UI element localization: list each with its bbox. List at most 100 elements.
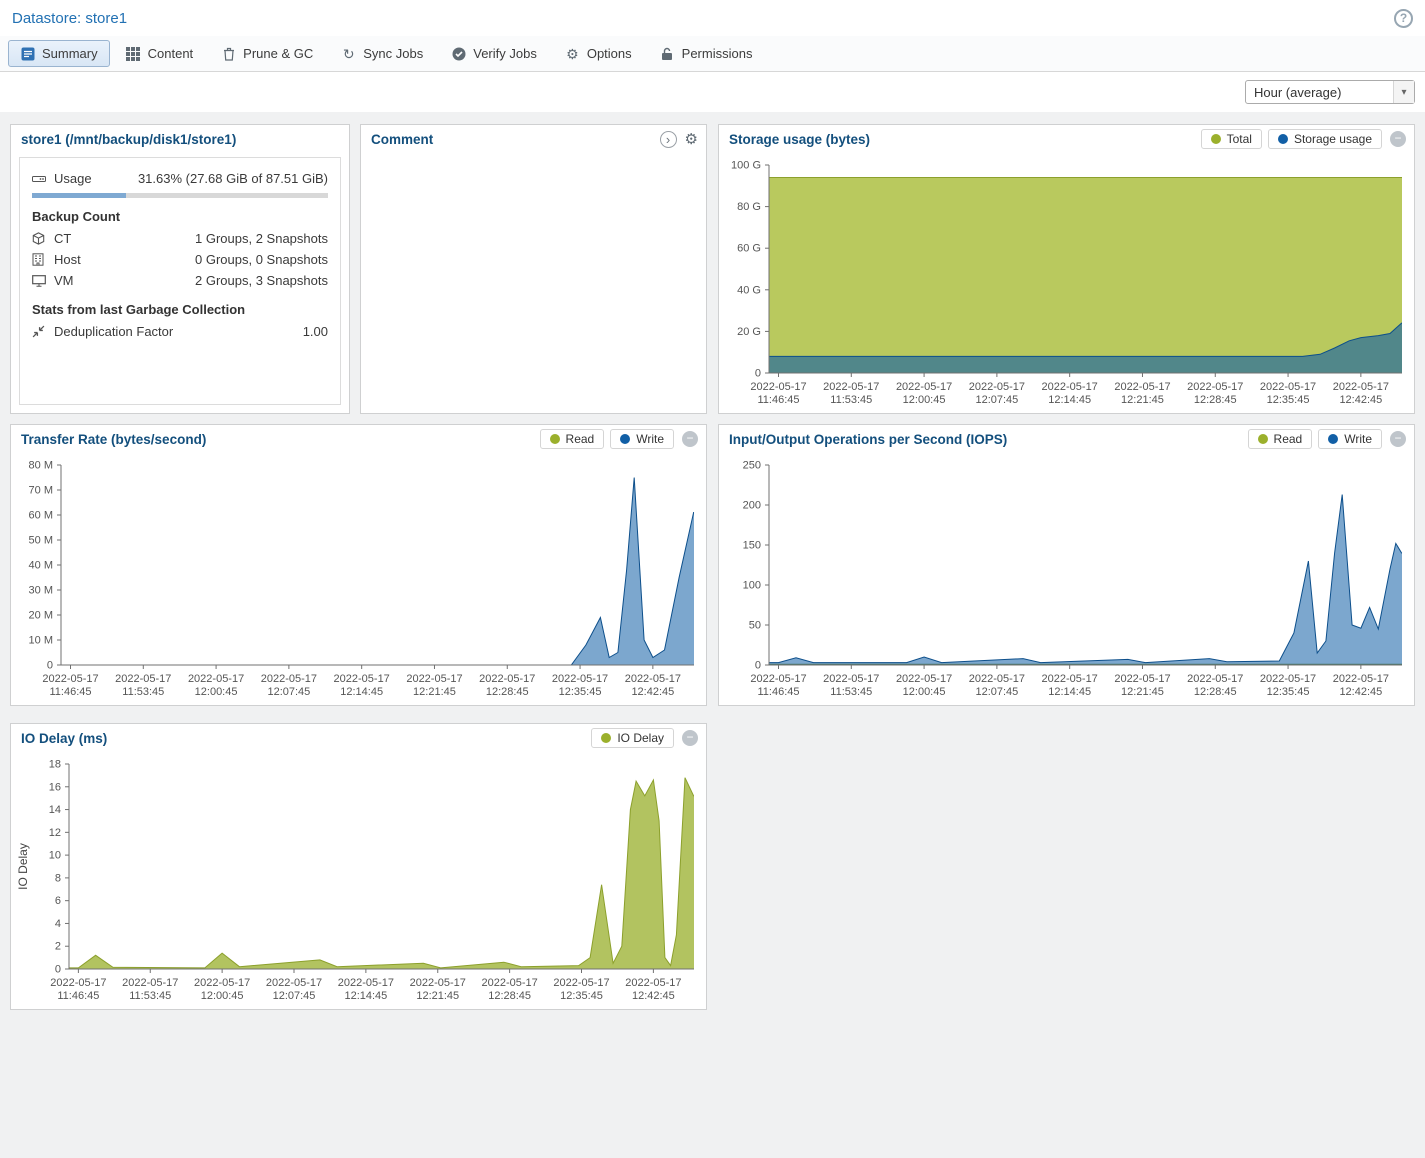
legend-item-io-delay[interactable]: IO Delay xyxy=(591,728,674,748)
panel-title: store1 (/mnt/backup/disk1/store1) xyxy=(21,132,341,147)
svg-text:12:07:45: 12:07:45 xyxy=(975,686,1018,698)
svg-text:12:21:45: 12:21:45 xyxy=(416,990,459,1002)
svg-text:2022-05-17: 2022-05-17 xyxy=(122,977,178,989)
svg-text:12:35:45: 12:35:45 xyxy=(560,990,603,1002)
gear-icon[interactable]: ⚙ xyxy=(685,132,698,147)
svg-text:2022-05-17: 2022-05-17 xyxy=(1260,673,1316,685)
tab-content[interactable]: Content xyxy=(114,40,206,67)
svg-text:2022-05-17: 2022-05-17 xyxy=(750,381,806,393)
svg-text:12:42:45: 12:42:45 xyxy=(632,990,675,1002)
time-range-select[interactable]: Hour (average) ▾ xyxy=(1245,80,1415,104)
svg-text:2022-05-17: 2022-05-17 xyxy=(481,977,537,989)
tab-summary[interactable]: Summary xyxy=(8,40,110,67)
svg-text:40 M: 40 M xyxy=(29,560,53,572)
svg-text:12: 12 xyxy=(49,827,61,839)
svg-text:0: 0 xyxy=(755,368,761,380)
svg-text:12:07:45: 12:07:45 xyxy=(975,394,1018,406)
legend-item-total[interactable]: Total xyxy=(1201,129,1262,149)
tab-prune-gc[interactable]: Prune & GC xyxy=(209,40,325,67)
transfer-rate-chart: 010 M20 M30 M40 M50 M60 M70 M80 M2022-05… xyxy=(11,453,706,705)
svg-text:2022-05-17: 2022-05-17 xyxy=(1114,381,1170,393)
svg-text:11:46:45: 11:46:45 xyxy=(57,990,99,1002)
svg-text:200: 200 xyxy=(743,500,761,512)
tab-label: Permissions xyxy=(682,46,753,61)
svg-text:12:28:45: 12:28:45 xyxy=(486,686,529,698)
svg-text:8: 8 xyxy=(55,872,61,884)
svg-text:2022-05-17: 2022-05-17 xyxy=(406,673,462,685)
lock-icon xyxy=(660,47,675,61)
svg-text:0: 0 xyxy=(755,660,761,672)
svg-text:80 M: 80 M xyxy=(29,460,53,472)
svg-text:2022-05-17: 2022-05-17 xyxy=(750,673,806,685)
legend-dot xyxy=(1258,434,1268,444)
tab-verify-jobs[interactable]: Verify Jobs xyxy=(439,40,549,67)
tab-label: Prune & GC xyxy=(243,46,313,61)
svg-text:12:28:45: 12:28:45 xyxy=(1194,686,1237,698)
svg-text:2022-05-17: 2022-05-17 xyxy=(1187,673,1243,685)
svg-text:80 G: 80 G xyxy=(737,201,761,213)
svg-text:20 M: 20 M xyxy=(29,610,53,622)
svg-text:2022-05-17: 2022-05-17 xyxy=(1260,381,1316,393)
tab-options[interactable]: ⚙ Options xyxy=(553,40,644,67)
sync-icon: ↻ xyxy=(341,47,356,61)
legend-dot xyxy=(1278,134,1288,144)
panel-title: IO Delay (ms) xyxy=(21,731,583,746)
panel-title: Transfer Rate (bytes/second) xyxy=(21,432,532,447)
svg-text:2022-05-17: 2022-05-17 xyxy=(969,381,1025,393)
svg-text:2022-05-17: 2022-05-17 xyxy=(334,673,390,685)
svg-text:150: 150 xyxy=(743,540,761,552)
host-building-icon xyxy=(32,253,54,266)
tab-sync-jobs[interactable]: ↻ Sync Jobs xyxy=(329,40,435,67)
summary-icon xyxy=(20,47,35,61)
usage-value: 31.63% (27.68 GiB of 87.51 GiB) xyxy=(138,171,328,186)
svg-text:30 M: 30 M xyxy=(29,585,53,597)
backup-type-label: Host xyxy=(54,252,195,267)
transfer-rate-panel: Transfer Rate (bytes/second) Read Write … xyxy=(10,424,707,706)
tab-permissions[interactable]: Permissions xyxy=(648,40,765,67)
svg-text:11:46:45: 11:46:45 xyxy=(49,686,91,698)
datastore-summary-panel: store1 (/mnt/backup/disk1/store1) Usage … xyxy=(10,124,350,414)
legend-dot xyxy=(601,733,611,743)
collapse-legend-icon[interactable]: − xyxy=(1390,431,1406,447)
backup-count-row-ct: CT 1 Groups, 2 Snapshots xyxy=(32,228,328,249)
svg-text:12:28:45: 12:28:45 xyxy=(1194,394,1237,406)
panel-title: Input/Output Operations per Second (IOPS… xyxy=(729,432,1240,447)
legend-item-read[interactable]: Read xyxy=(540,429,605,449)
svg-text:50: 50 xyxy=(749,620,761,632)
svg-text:20 G: 20 G xyxy=(737,326,761,338)
svg-text:12:42:45: 12:42:45 xyxy=(1339,394,1382,406)
dedup-factor-value: 1.00 xyxy=(303,324,328,339)
svg-text:12:00:45: 12:00:45 xyxy=(201,990,244,1002)
svg-text:2022-05-17: 2022-05-17 xyxy=(194,977,250,989)
chevron-right-icon[interactable]: › xyxy=(660,131,677,148)
time-range-value: Hour (average) xyxy=(1246,81,1393,103)
svg-text:2022-05-17: 2022-05-17 xyxy=(50,977,106,989)
svg-text:2022-05-17: 2022-05-17 xyxy=(896,381,952,393)
svg-text:10: 10 xyxy=(49,850,61,862)
legend-item-write[interactable]: Write xyxy=(610,429,674,449)
collapse-legend-icon[interactable]: − xyxy=(682,431,698,447)
svg-text:2022-05-17: 2022-05-17 xyxy=(552,673,608,685)
help-button[interactable]: ? xyxy=(1394,9,1413,28)
tab-label: Sync Jobs xyxy=(363,46,423,61)
legend-item-storage-usage[interactable]: Storage usage xyxy=(1268,129,1382,149)
chevron-down-icon[interactable]: ▾ xyxy=(1393,81,1414,103)
legend-item-read[interactable]: Read xyxy=(1248,429,1313,449)
gear-icon: ⚙ xyxy=(565,47,580,61)
svg-text:2022-05-17: 2022-05-17 xyxy=(42,673,98,685)
svg-text:18: 18 xyxy=(49,759,61,771)
summary-toolbar: Hour (average) ▾ xyxy=(0,72,1425,112)
iops-chart: 0501001502002502022-05-1711:46:452022-05… xyxy=(719,453,1414,705)
collapse-legend-icon[interactable]: − xyxy=(1390,131,1406,147)
legend-item-write[interactable]: Write xyxy=(1318,429,1382,449)
svg-text:4: 4 xyxy=(55,918,61,930)
collapse-legend-icon[interactable]: − xyxy=(682,730,698,746)
svg-text:12:14:45: 12:14:45 xyxy=(1048,394,1091,406)
ct-cube-icon xyxy=(32,232,54,245)
svg-text:2022-05-17: 2022-05-17 xyxy=(625,673,681,685)
io-delay-chart: 0246810121416182022-05-1711:46:452022-05… xyxy=(11,752,706,1009)
svg-text:IO Delay: IO Delay xyxy=(16,843,30,890)
datastore-title: Datastore: store1 xyxy=(12,10,127,27)
svg-text:70 M: 70 M xyxy=(29,485,53,497)
tab-label: Summary xyxy=(42,46,98,61)
